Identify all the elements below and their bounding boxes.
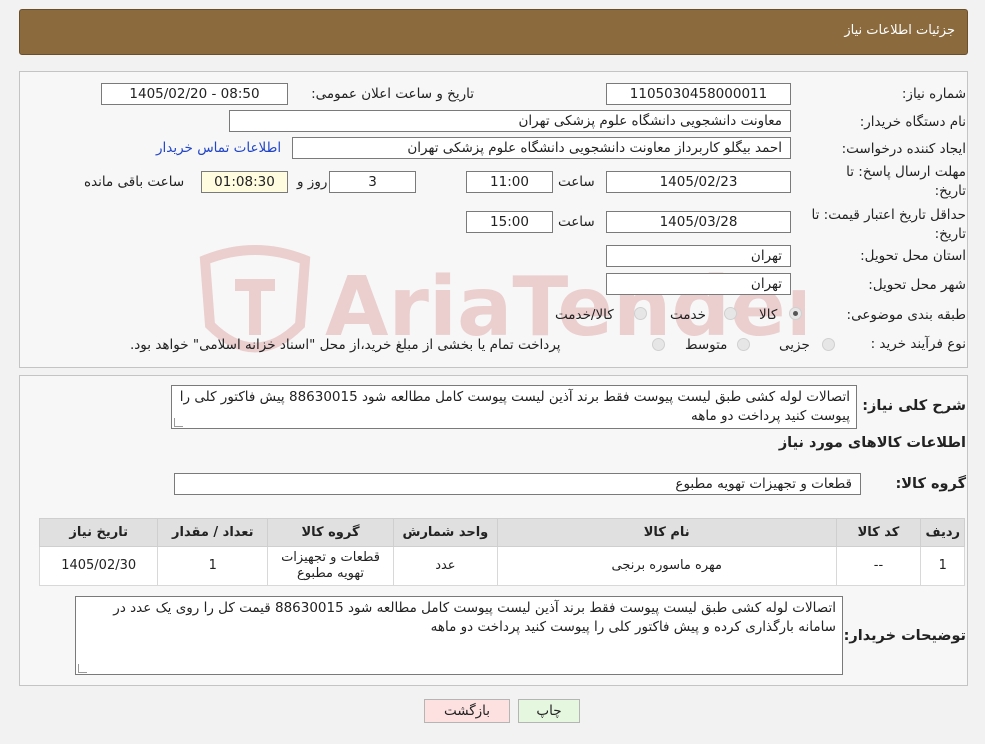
category-label: طبقه بندی موضوعی: bbox=[846, 307, 966, 323]
process-radio-treasury[interactable] bbox=[652, 338, 665, 351]
back-button[interactable]: بازگشت bbox=[424, 699, 510, 723]
goods-group-field: قطعات و تجهیزات تهویه مطبوع bbox=[174, 473, 861, 495]
deadline-time-label: ساعت bbox=[558, 174, 595, 190]
need-number-field: 1105030458000011 bbox=[606, 83, 791, 105]
need-number-label: شماره نیاز: bbox=[901, 86, 966, 102]
process-label: نوع فرآیند خرید : bbox=[870, 336, 966, 352]
resize-grip-icon[interactable] bbox=[78, 664, 87, 673]
col-name: نام کالا bbox=[496, 518, 837, 547]
col-quantity: تعداد / مقدار bbox=[157, 518, 269, 547]
category-option-service: خدمت bbox=[670, 307, 706, 323]
category-radio-service[interactable] bbox=[724, 307, 737, 320]
goods-group-label: گروه کالا: bbox=[895, 476, 966, 492]
summary-label: شرح کلی نیاز: bbox=[862, 398, 966, 414]
cell-group: قطعات و تجهیزات تهویه مطبوع bbox=[267, 546, 394, 586]
requester-label: ایجاد کننده درخواست: bbox=[841, 141, 966, 157]
category-radio-goods[interactable] bbox=[789, 307, 802, 320]
cell-code: -- bbox=[835, 546, 922, 586]
buyer-contact-link[interactable]: اطلاعات تماس خریدار bbox=[156, 140, 281, 156]
announce-label: تاریخ و ساعت اعلان عمومی: bbox=[311, 86, 474, 102]
remaining-label: ساعت باقی مانده bbox=[84, 174, 185, 190]
process-radio-medium[interactable] bbox=[737, 338, 750, 351]
requester-field: احمد بیگلو کاربرداز معاونت دانشجویی دانش… bbox=[292, 137, 791, 159]
deadline-date-field: 1405/02/23 bbox=[606, 171, 791, 193]
col-unit: واحد شمارش bbox=[392, 518, 498, 547]
category-radio-goods-service[interactable] bbox=[634, 307, 647, 320]
days-label: روز و bbox=[297, 174, 328, 190]
province-field: تهران bbox=[606, 245, 791, 267]
cell-quantity: 1 bbox=[157, 546, 269, 586]
col-row: ردیف bbox=[920, 518, 965, 547]
validity-label: حداقل تاریخ اعتبار قیمت: تا تاریخ: bbox=[811, 207, 966, 242]
table-row[interactable]: 1 -- مهره ماسوره برنجی عدد قطعات و تجهیز… bbox=[38, 546, 965, 586]
summary-textarea[interactable]: اتصالات لوله کشی طبق لیست پیوست فقط برند… bbox=[171, 385, 857, 429]
cell-row: 1 bbox=[920, 546, 965, 586]
col-group: گروه کالا bbox=[267, 518, 394, 547]
announce-field: 1405/02/20 - 08:50 bbox=[101, 83, 288, 105]
deadline-label: مهلت ارسال پاسخ: تا تاریخ: bbox=[846, 164, 966, 199]
process-radio-minor[interactable] bbox=[822, 338, 835, 351]
table-header-row: ردیف کد کالا نام کالا واحد شمارش گروه کا… bbox=[38, 518, 965, 547]
page-header: جزئیات اطلاعات نیاز bbox=[19, 9, 968, 55]
buyer-notes-text: اتصالات لوله کشی طبق لیست پیوست فقط برند… bbox=[113, 600, 836, 635]
category-option-goods: کالا bbox=[759, 307, 778, 323]
days-field: 3 bbox=[329, 171, 416, 193]
buyer-org-field: معاونت دانشجویی دانشگاه علوم پزشکی تهران bbox=[229, 110, 791, 132]
deadline-time-field: 11:00 bbox=[466, 171, 553, 193]
process-note: پرداخت تمام یا بخشی از مبلغ خرید،از محل … bbox=[130, 337, 561, 353]
validity-date-field: 1405/03/28 bbox=[606, 211, 791, 233]
province-label: استان محل تحویل: bbox=[860, 248, 966, 264]
cell-name: مهره ماسوره برنجی bbox=[496, 546, 837, 586]
resize-grip-icon[interactable] bbox=[174, 418, 183, 427]
cell-need-date: 1405/02/30 bbox=[38, 546, 159, 586]
buyer-org-label: نام دستگاه خریدار: bbox=[859, 114, 966, 130]
city-label: شهر محل تحویل: bbox=[868, 277, 966, 293]
category-option-goods-service: کالا/خدمت bbox=[555, 307, 614, 323]
buyer-notes-label: توضیحات خریدار: bbox=[843, 628, 966, 644]
cell-unit: عدد bbox=[392, 546, 498, 586]
page-title: جزئیات اطلاعات نیاز bbox=[844, 23, 955, 38]
items-table: ردیف کد کالا نام کالا واحد شمارش گروه کا… bbox=[38, 518, 965, 586]
process-option-minor: جزیی bbox=[779, 337, 810, 353]
buyer-notes-textarea[interactable]: اتصالات لوله کشی طبق لیست پیوست فقط برند… bbox=[75, 596, 843, 675]
goods-info-title: اطلاعات کالاهای مورد نیاز bbox=[778, 435, 966, 451]
col-code: کد کالا bbox=[835, 518, 922, 547]
summary-text: اتصالات لوله کشی طبق لیست پیوست فقط برند… bbox=[179, 389, 850, 424]
col-need-date: تاریخ نیاز bbox=[38, 518, 159, 547]
city-field: تهران bbox=[606, 273, 791, 295]
validity-time-label: ساعت bbox=[558, 214, 595, 230]
remaining-time-field: 01:08:30 bbox=[201, 171, 288, 193]
process-option-medium: متوسط bbox=[685, 337, 728, 353]
validity-time-field: 15:00 bbox=[466, 211, 553, 233]
print-button[interactable]: چاپ bbox=[518, 699, 580, 723]
